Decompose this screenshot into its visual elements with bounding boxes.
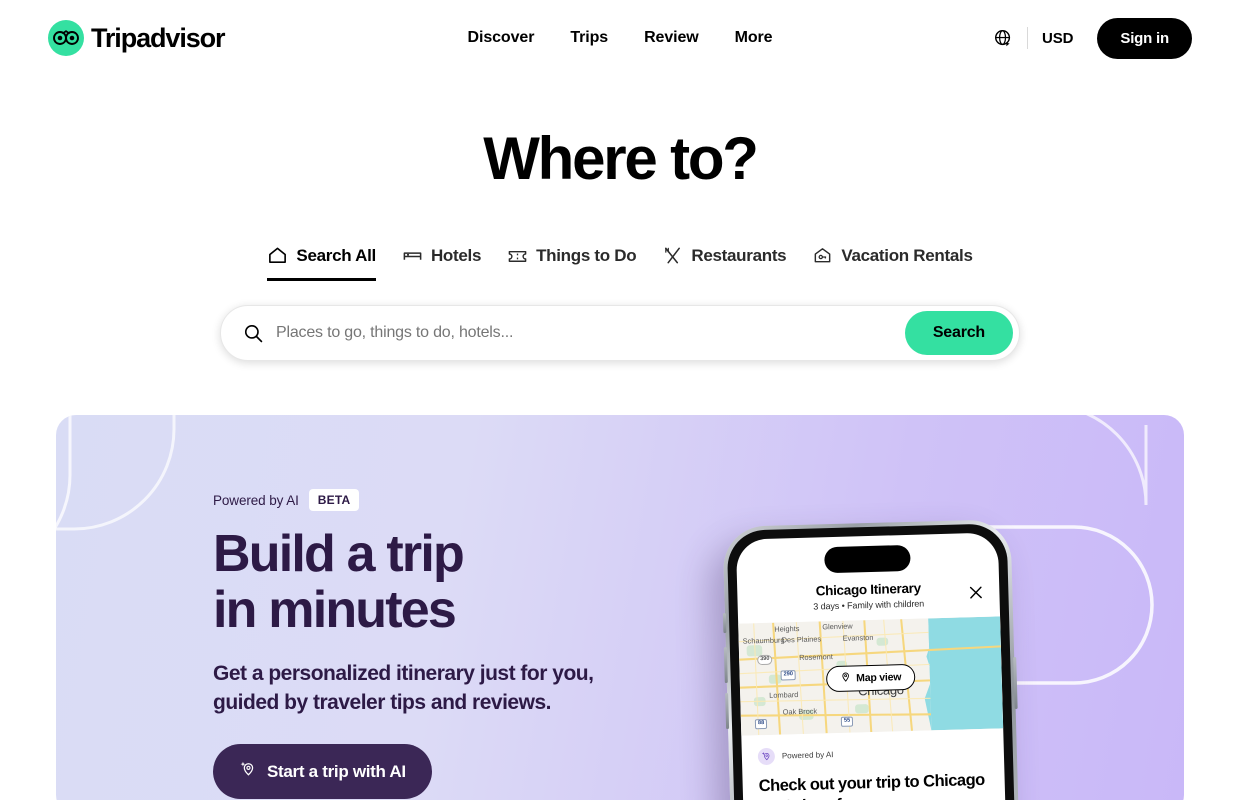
phone-dynamic-island [824, 544, 911, 574]
phone-frame: Chicago Itinerary 3 days • Family with c… [722, 519, 1022, 800]
highway-shield: 55 [840, 716, 854, 727]
powered-by-ai-row: Powered by AI BETA [213, 489, 616, 511]
header-divider [1027, 27, 1029, 49]
map-view-button[interactable]: Map view [825, 664, 916, 693]
map-label: Schaumburg [742, 635, 785, 646]
ticket-icon [507, 245, 528, 266]
tab-label-hotels: Hotels [430, 245, 482, 265]
tab-search-all[interactable]: Search All [267, 245, 376, 281]
ai-trip-banner: Powered by AI BETA Build a trip in minut… [56, 415, 1184, 800]
search-section: Search [0, 305, 1240, 361]
owl-logo-icon [48, 20, 84, 56]
nav-item-review[interactable]: Review [644, 29, 699, 47]
page-title: Where to? [483, 125, 759, 192]
card-powered-by-label: Powered by AI [781, 750, 834, 761]
sign-in-button[interactable]: Sign in [1097, 17, 1192, 59]
cutlery-icon [662, 245, 683, 266]
house-icon [267, 245, 288, 266]
tab-label-search-all: Search All [296, 245, 376, 265]
highway-shield: 390 [757, 654, 773, 665]
currency-selector[interactable]: USD [1042, 30, 1073, 47]
itinerary-map[interactable]: Heights Glenview Schaumburg Des Plaines … [738, 616, 1004, 736]
map-label: Des Plaines [781, 634, 822, 645]
map-label: Evanston [842, 632, 874, 643]
location-pin-icon [840, 672, 851, 686]
nav-item-more[interactable]: More [735, 29, 773, 47]
nav-item-trips[interactable]: Trips [570, 29, 608, 47]
nav-item-discover[interactable]: Discover [468, 29, 535, 47]
tab-things-to-do[interactable]: Things to Do [507, 245, 637, 281]
banner-content: Powered by AI BETA Build a trip in minut… [56, 415, 616, 800]
card-powered-by-row: Powered by AI [757, 742, 988, 766]
itinerary-summary-card: Powered by AI Check out your trip to Chi… [741, 728, 1005, 800]
banner-title-line-2: in minutes [213, 580, 457, 639]
site-header: Tripadvisor Discover Trips Review More U… [0, 0, 1240, 76]
globe-language-icon[interactable] [994, 29, 1013, 48]
phone-volume-down-button [725, 693, 730, 730]
banner-title: Build a trip in minutes [213, 525, 616, 639]
map-view-label: Map view [856, 671, 902, 685]
start-trip-with-ai-button[interactable]: Start a trip with AI [213, 744, 432, 800]
itinerary-subtitle: 3 days • Family with children [813, 598, 925, 612]
phone-mute-switch [722, 613, 727, 634]
ai-sparkle-pin-icon [239, 760, 257, 783]
header-actions: USD Sign in [994, 17, 1192, 59]
powered-by-ai-label: Powered by AI [213, 492, 299, 508]
search-button[interactable]: Search [904, 311, 1013, 355]
search-icon [243, 323, 264, 344]
map-label: Heights [774, 623, 800, 634]
card-headline: Check out your trip to Chicago for 3 day… [758, 770, 985, 800]
house-key-icon [812, 245, 833, 266]
tab-restaurants[interactable]: Restaurants [662, 245, 787, 281]
start-trip-with-ai-label: Start a trip with AI [267, 761, 406, 781]
phone-power-button [1013, 656, 1018, 710]
tab-label-vacation-rentals: Vacation Rentals [841, 245, 973, 265]
tab-label-things-to-do: Things to Do [536, 245, 637, 265]
tab-hotels[interactable]: Hotels [402, 245, 481, 281]
map-label: Oak Brock [782, 706, 818, 717]
highway-shield: 290 [780, 670, 797, 681]
tab-vacation-rentals[interactable]: Vacation Rentals [812, 245, 973, 281]
phone-volume-up-button [723, 647, 728, 684]
close-icon[interactable] [968, 585, 984, 605]
phone-mockup: Chicago Itinerary 3 days • Family with c… [722, 519, 1022, 800]
search-bar: Search [220, 305, 1020, 361]
highway-shield: 88 [754, 718, 768, 729]
map-label: Lombard [769, 690, 799, 700]
tripadvisor-logo[interactable]: Tripadvisor [48, 20, 226, 56]
phone-bezel: Chicago Itinerary 3 days • Family with c… [726, 523, 1018, 800]
search-category-tabs: Search All Hotels Things to Do Restauran… [0, 245, 1240, 281]
tab-label-restaurants: Restaurants [691, 245, 787, 265]
banner-title-line-1: Build a trip [213, 525, 465, 583]
beta-badge: BETA [308, 489, 360, 511]
bed-icon [402, 245, 423, 266]
search-input[interactable] [276, 324, 905, 342]
phone-screen: Chicago Itinerary 3 days • Family with c… [735, 532, 1009, 800]
ai-sparkle-badge-icon [757, 747, 776, 766]
map-label: Rosemont [799, 652, 833, 663]
logo-wordmark: Tripadvisor [91, 22, 226, 53]
banner-subtitle: Get a personalized itinerary just for yo… [213, 662, 594, 715]
map-label: Glenview [822, 621, 853, 632]
